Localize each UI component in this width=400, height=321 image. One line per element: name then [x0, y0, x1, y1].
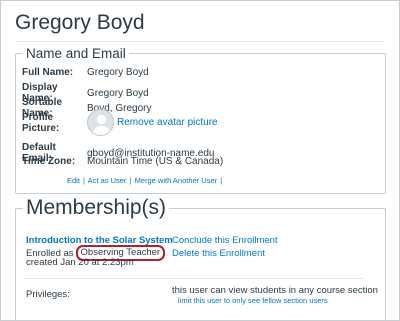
title-divider: [15, 41, 385, 42]
membership-legend: Membership(s): [26, 196, 167, 219]
edit-link[interactable]: Edit: [67, 176, 80, 185]
privileges-divider: [24, 278, 364, 279]
limit-privileges-link[interactable]: limit this user to only see fellow secti…: [178, 296, 328, 305]
privileges-value: this user can view students in any cours…: [172, 285, 378, 296]
profile-picture-row: Profile Picture: Remove avatar picture: [22, 109, 218, 136]
full-name-row: Full Name: Gregory Boyd: [22, 67, 149, 78]
time-zone-label: Time Zone:: [22, 156, 76, 167]
separator: |: [129, 176, 132, 185]
user-actions: Edit | Act as User | Merge with Another …: [67, 176, 223, 185]
full-name-label: Full Name:: [22, 67, 74, 78]
time-zone-row: Time Zone: Mountain Time (US & Canada): [22, 156, 223, 167]
privileges-label: Privileges:: [26, 289, 70, 300]
conclude-enrollment-link[interactable]: Conclude this Enrollment: [172, 235, 278, 246]
delete-enrollment-link[interactable]: Delete this Enrollment: [172, 248, 265, 259]
page-title: Gregory Boyd: [15, 11, 145, 34]
name-email-legend: Name and Email: [26, 46, 126, 61]
full-name-value: Gregory Boyd: [87, 67, 149, 78]
separator: |: [220, 176, 223, 185]
profile-picture-label: Profile Picture:: [22, 111, 60, 134]
separator: |: [83, 176, 85, 185]
avatar-icon: [87, 109, 114, 136]
merge-user-link[interactable]: Merge with Another User: [135, 176, 218, 185]
remove-avatar-link[interactable]: Remove avatar picture: [117, 117, 218, 128]
act-as-user-link[interactable]: Act as User: [88, 176, 127, 185]
time-zone-value: Mountain Time (US & Canada): [87, 156, 224, 167]
enrollment-created: created Jan 20 at 2:23pm: [26, 257, 134, 268]
